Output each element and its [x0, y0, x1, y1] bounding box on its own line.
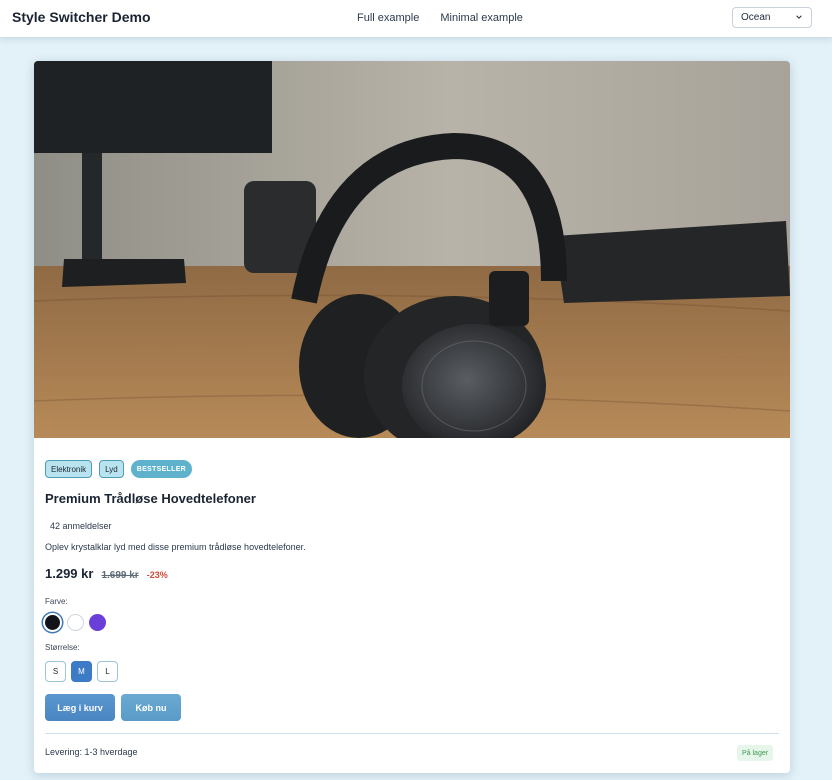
review-count[interactable]: 42 anmeldelser [50, 521, 112, 531]
current-price: 1.299 kr [45, 566, 94, 581]
delivery-info: Levering: 1-3 hverdage [45, 747, 138, 757]
original-price: 1.699 kr [101, 570, 139, 581]
size-option-s[interactable]: S [45, 661, 66, 682]
action-buttons: Læg i kurv Køb nu [45, 694, 181, 721]
color-swatch-white[interactable] [67, 614, 84, 631]
stock-status-badge: På lager [737, 745, 774, 761]
divider [45, 733, 779, 734]
headphones-product-image [34, 61, 790, 438]
size-options: S M L [45, 661, 118, 682]
product-card: Elektronik Lyd BESTSELLER Premium Trådlø… [34, 61, 790, 773]
main-nav: Full example Minimal example [357, 12, 523, 24]
top-navbar: Style Switcher Demo Full example Minimal… [0, 0, 832, 37]
color-swatches [44, 614, 106, 631]
product-title: Premium Trådløse Hovedtelefoner [45, 491, 256, 506]
product-description: Oplev krystalklar lyd med disse premium … [45, 542, 306, 552]
size-label: Størrelse: [45, 643, 80, 652]
theme-select[interactable]: Ocean [732, 7, 812, 28]
product-tags: Elektronik Lyd BESTSELLER [45, 460, 193, 478]
add-to-cart-button[interactable]: Læg i kurv [45, 694, 115, 721]
size-option-m[interactable]: M [71, 661, 92, 682]
bestseller-badge: BESTSELLER [130, 460, 193, 478]
price-row: 1.299 kr 1.699 kr -23% [45, 566, 168, 581]
nav-link-full-example[interactable]: Full example [357, 12, 419, 24]
color-swatch-purple[interactable] [89, 614, 106, 631]
nav-link-minimal-example[interactable]: Minimal example [440, 12, 523, 24]
brand-title[interactable]: Style Switcher Demo [12, 9, 151, 25]
tag-elektronik[interactable]: Elektronik [45, 460, 93, 478]
chevron-down-icon [796, 15, 802, 19]
size-option-l[interactable]: L [97, 661, 118, 682]
theme-select-value: Ocean [741, 12, 771, 23]
discount-badge: -23% [146, 570, 168, 580]
color-label: Farve: [45, 597, 68, 606]
buy-now-button[interactable]: Køb nu [121, 694, 181, 721]
color-swatch-black[interactable] [45, 615, 60, 630]
tag-lyd[interactable]: Lyd [99, 460, 124, 478]
